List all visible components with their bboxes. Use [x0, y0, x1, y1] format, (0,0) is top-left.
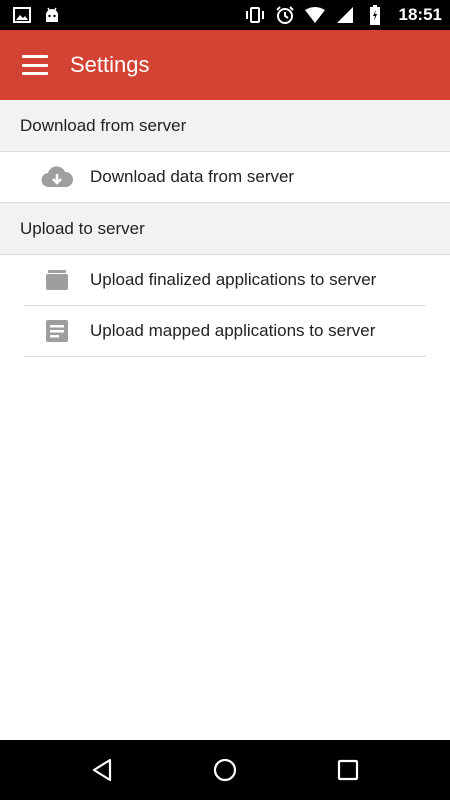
recents-icon	[338, 759, 359, 781]
recents-button[interactable]	[318, 740, 378, 800]
battery-icon	[365, 5, 385, 25]
item-label: Upload finalized applications to server	[90, 270, 377, 289]
hamburger-menu-icon	[22, 55, 48, 75]
archive-box-icon	[24, 269, 90, 291]
page-title: Settings	[70, 52, 150, 77]
menu-button[interactable]	[0, 30, 70, 100]
home-icon	[213, 758, 237, 782]
status-right: 18:51	[245, 5, 442, 25]
status-time: 18:51	[398, 5, 442, 24]
section-header-upload: Upload to server	[0, 203, 450, 255]
app-bar: Settings	[0, 30, 450, 100]
section-header-download: Download from server	[0, 100, 450, 152]
wifi-icon	[304, 5, 325, 25]
cloud-download-icon	[24, 165, 90, 189]
vibrate-icon	[245, 5, 265, 25]
item-label: Download data from server	[90, 167, 295, 186]
back-button[interactable]	[72, 740, 132, 800]
settings-list: Download from server Download data from …	[0, 100, 450, 357]
item-label: Upload mapped applications to server	[90, 321, 376, 340]
document-icon	[24, 319, 90, 343]
status-bar: 18:51	[0, 0, 450, 30]
upload-finalized-item[interactable]: Upload finalized applications to server	[24, 255, 426, 306]
home-button[interactable]	[195, 740, 255, 800]
android-icon	[42, 5, 62, 25]
status-left	[12, 5, 62, 25]
navigation-bar	[0, 740, 450, 800]
upload-mapped-item[interactable]: Upload mapped applications to server	[24, 306, 426, 357]
signal-icon	[335, 5, 355, 25]
image-icon	[12, 5, 32, 25]
back-icon	[92, 758, 111, 782]
alarm-icon	[275, 5, 295, 25]
download-data-item[interactable]: Download data from server	[0, 152, 450, 203]
